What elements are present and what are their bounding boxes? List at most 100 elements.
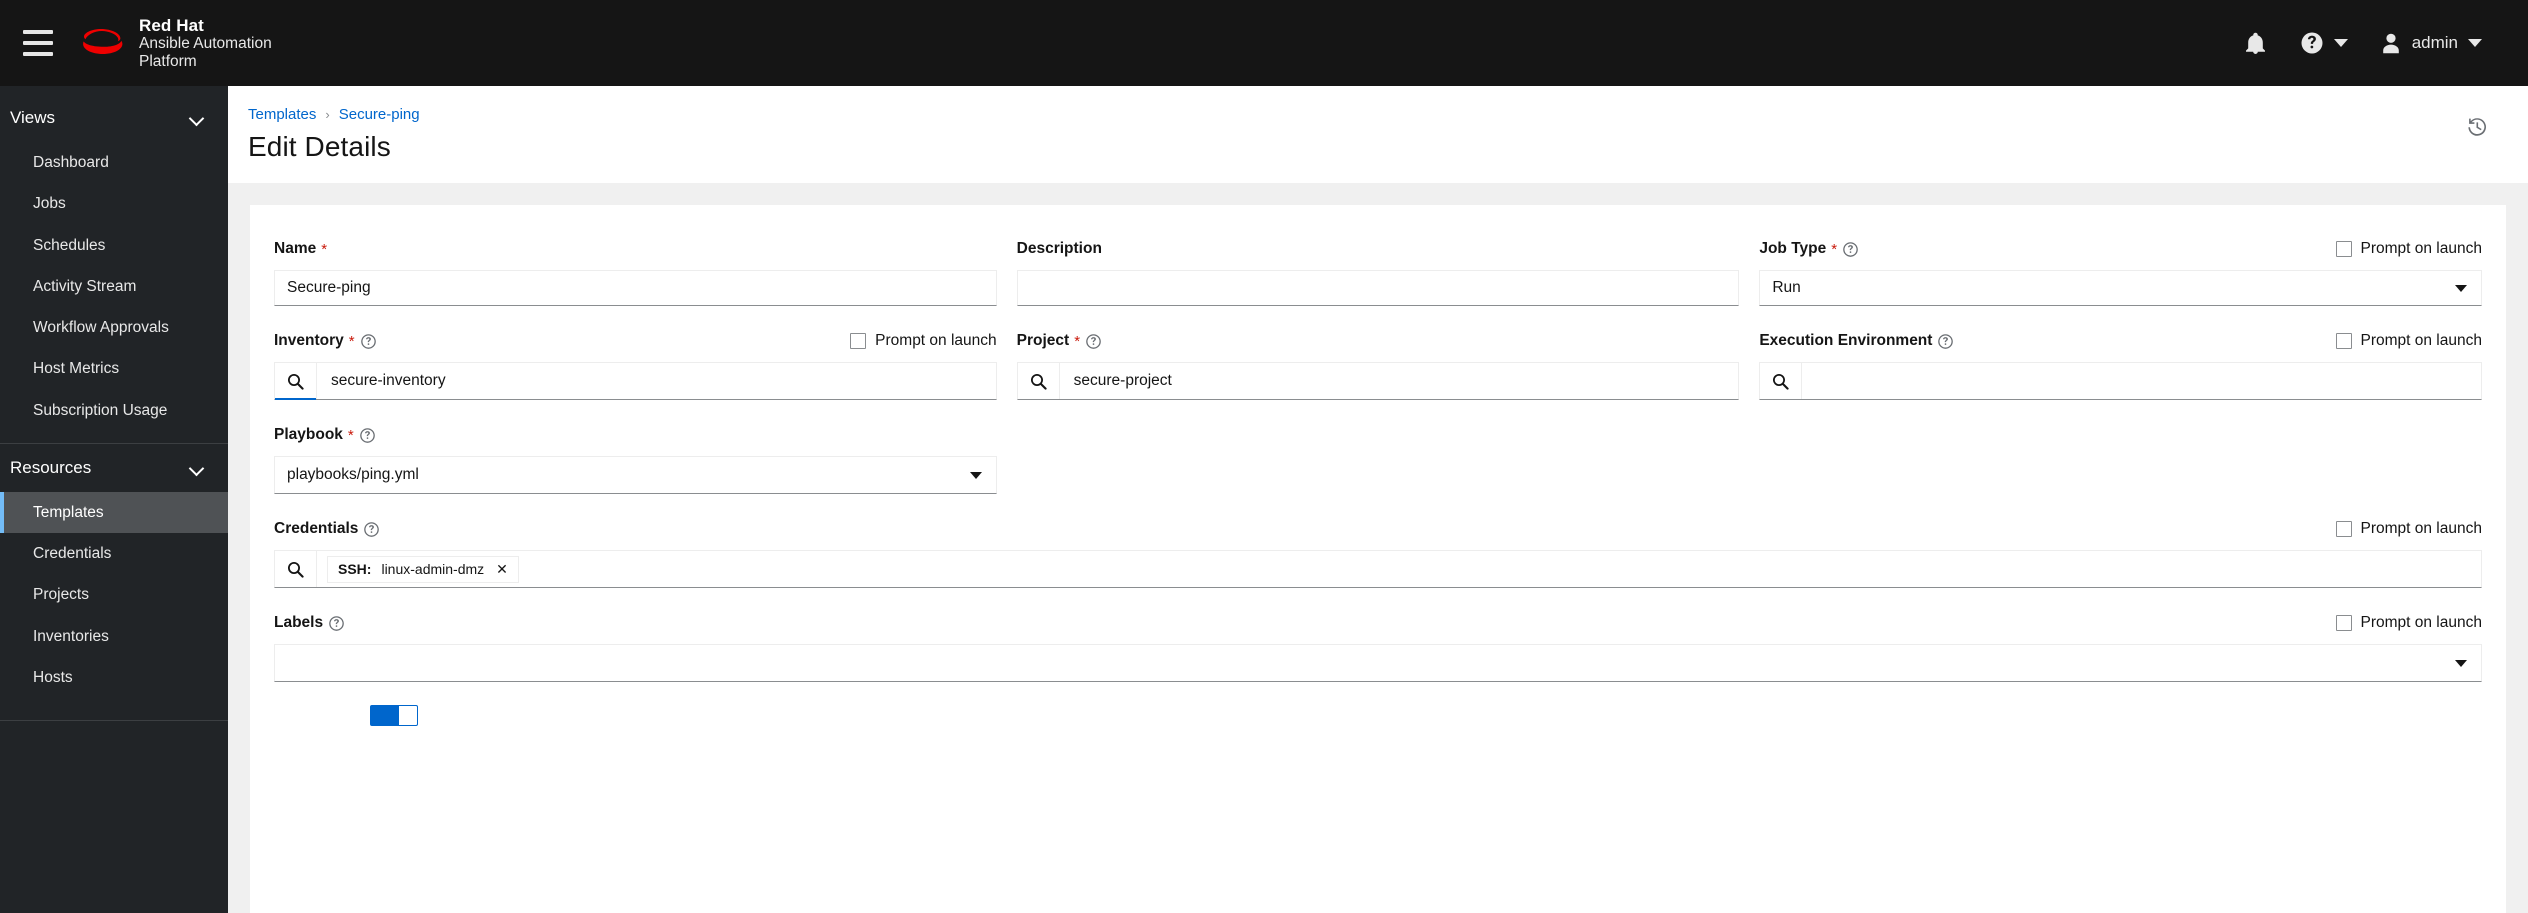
playbook-select[interactable]: playbooks/ping.yml [274,456,997,494]
help-icon[interactable] [329,615,344,631]
prompt-on-launch-checkbox[interactable] [2335,615,2352,631]
sidebar-nav: Views Dashboard Jobs Schedules Activity … [0,86,228,913]
prompt-on-launch-credentials[interactable]: Prompt on launch [2335,520,2482,538]
field-header-labels: Labels Prompt on launch [274,611,2482,635]
brand-logo[interactable]: Red Hat Ansible Automation Platform [80,16,272,70]
chevron-down-icon [2455,659,2467,667]
sidebar-item-jobs[interactable]: Jobs [0,183,228,224]
required-marker: * [347,426,354,444]
prompt-on-launch-checkbox[interactable] [2335,241,2352,257]
history-icon [2468,118,2486,136]
sidebar-item-label: Inventories [33,627,109,645]
breadcrumb-secure-ping[interactable]: Secure-ping [339,106,420,123]
chevron-down-icon [2333,39,2348,47]
project-lookup[interactable]: secure-project [1016,362,1740,400]
sidebar-divider [0,720,228,721]
sidebar-item-activity-stream[interactable]: Activity Stream [0,266,228,307]
prompt-on-launch-checkbox[interactable] [2335,521,2352,537]
field-header-credentials: Credentials Prompt on launch [274,517,2482,541]
help-icon[interactable] [360,333,376,349]
project-lookup-body: secure-project [1060,363,1739,399]
field-header-name: Name * [274,237,997,261]
label-inventory: Inventory [274,332,344,349]
label-job-type: Job Type [1759,240,1827,257]
field-group-credentials: Credentials Prompt on launch SSH: linux-… [274,517,2482,588]
sidebar-item-label: Host Metrics [33,360,120,378]
sidebar-item-label: Credentials [33,545,112,562]
sidebar-item-subscription-usage[interactable]: Subscription Usage [0,390,228,431]
sidebar-item-workflow-approvals[interactable]: Workflow Approvals [0,307,228,348]
user-name: admin [2411,33,2458,52]
breadcrumb-templates[interactable]: Templates [248,106,316,123]
help-icon[interactable] [1086,333,1101,349]
prompt-on-launch-inventory[interactable]: Prompt on launch [850,332,997,350]
search-icon[interactable] [1018,363,1060,399]
help-button[interactable] [2286,0,2362,86]
hamburger-icon[interactable] [0,0,76,86]
close-icon[interactable]: ✕ [494,561,510,578]
hamburger-bar [23,52,53,56]
field-group-job-type: Job Type * Prompt on launch Run [1759,237,2482,306]
sidebar-item-label: Schedules [33,236,106,254]
sidebar-item-projects[interactable]: Projects [0,574,228,615]
toggle-row [274,705,2482,726]
sidebar-item-hosts[interactable]: Hosts [0,657,228,698]
field-group-labels: Labels Prompt on launch [274,611,2482,682]
sidebar-item-schedules[interactable]: Schedules [0,225,228,266]
prompt-on-launch-job-type[interactable]: Prompt on launch [2335,240,2482,258]
field-header-project: Project * [1017,329,1740,353]
field-header-description: Description [1017,237,1740,261]
prompt-on-launch-labels[interactable]: Prompt on launch [2335,614,2482,632]
sidebar-group-resources[interactable]: Resources [0,444,228,492]
label-playbook: Playbook [274,426,343,443]
chevron-down-icon [2468,39,2482,47]
user-menu-button[interactable]: admin [2366,0,2496,86]
help-icon[interactable] [364,521,380,537]
sidebar-item-host-metrics[interactable]: Host Metrics [0,348,228,389]
field-group-partial-toggle [274,705,2482,726]
history-button[interactable] [2458,108,2496,151]
sidebar-item-label: Subscription Usage [33,401,168,419]
credential-chip[interactable]: SSH: linux-admin-dmz ✕ [327,555,519,583]
help-icon[interactable] [359,427,375,443]
edit-details-form: Name * Secure-ping Description Job Type … [250,205,2506,913]
job-type-select[interactable]: Run [1759,270,2482,306]
hamburger-bar [23,41,53,45]
playbook-select-value: playbooks/ping.yml [287,466,419,483]
prompt-on-launch-label: Prompt on launch [875,332,997,349]
sidebar-group-views[interactable]: Views [0,94,228,142]
sidebar-item-dashboard[interactable]: Dashboard [0,142,228,183]
project-value: secure-project [1073,372,1172,389]
search-icon[interactable] [275,551,317,587]
variables-mode-toggle[interactable] [370,705,418,726]
prompt-on-launch-checkbox[interactable] [2335,333,2352,349]
inventory-lookup[interactable]: secure-inventory [274,362,997,400]
field-header-execution-environment: Execution Environment Prompt on launch [1759,329,2482,353]
help-icon[interactable] [1843,241,1858,257]
name-input[interactable]: Secure-ping [274,270,997,306]
chevron-down-icon [969,471,982,479]
search-icon[interactable] [1760,363,1803,399]
search-icon[interactable] [275,363,317,400]
inventory-value: secure-inventory [331,372,446,389]
sidebar-item-inventories[interactable]: Inventories [0,616,228,657]
execution-environment-lookup[interactable] [1759,362,2482,400]
prompt-on-launch-label: Prompt on launch [2360,332,2483,349]
field-group-inventory: Inventory * Prompt on launch secure-inve… [274,329,997,400]
credentials-lookup[interactable]: SSH: linux-admin-dmz ✕ [274,550,2482,588]
grid-filler [1759,423,2482,517]
description-input[interactable] [1016,270,1740,306]
prompt-on-launch-execution-environment[interactable]: Prompt on launch [2335,332,2483,350]
sidebar-item-templates[interactable]: Templates [0,491,228,533]
labels-select[interactable] [274,644,2482,682]
sidebar-group-label: Views [10,108,56,127]
notifications-button[interactable] [2230,0,2282,86]
page-header: Templates › Secure-ping Edit Details [228,86,2528,183]
prompt-on-launch-checkbox[interactable] [850,333,867,349]
required-marker: * [1074,332,1081,350]
sidebar-item-credentials[interactable]: Credentials [0,533,228,574]
app-root: Red Hat Ansible Automation Platform admi… [0,0,2528,913]
label-project: Project [1016,332,1070,349]
help-icon[interactable] [1938,333,1954,349]
page-title: Edit Details [248,131,391,162]
